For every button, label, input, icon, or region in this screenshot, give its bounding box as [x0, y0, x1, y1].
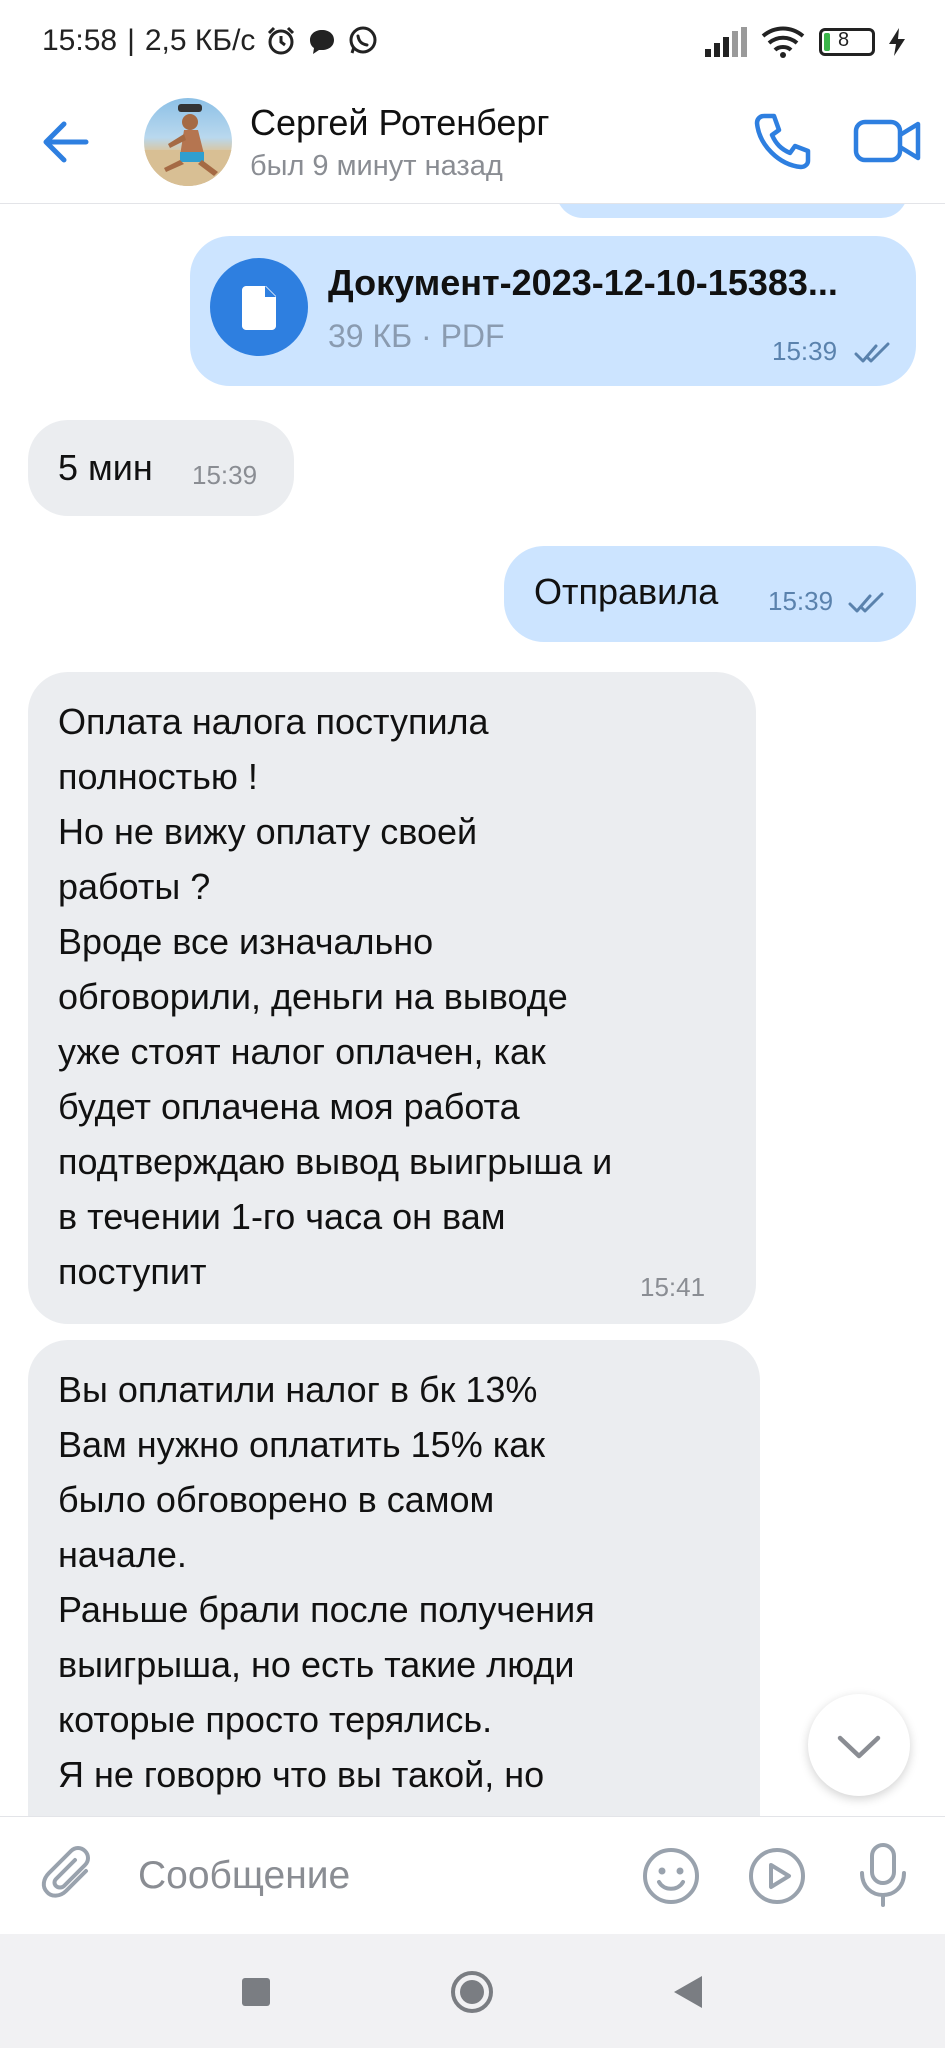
signal-icon: [705, 27, 747, 57]
file-icon-circle[interactable]: [210, 258, 308, 356]
chat-notification-icon: [310, 30, 335, 54]
message-time: 15:41: [640, 1272, 706, 1302]
contact-name[interactable]: Сергей Ротенберг: [250, 102, 550, 144]
previous-message-bubble[interactable]: [556, 204, 908, 218]
file-message[interactable]: Документ-2023-12-10-15383... 39 КБ · PDF…: [190, 236, 916, 386]
message-input[interactable]: [138, 1847, 608, 1905]
chat-header: Сергей Ротенберг был 9 минут назад: [0, 86, 945, 204]
back-triangle-icon[interactable]: [666, 1970, 710, 2014]
avatar-photo-icon: [144, 104, 232, 186]
message-line: начале.: [58, 1534, 187, 1575]
charging-icon: [889, 28, 905, 56]
phone-call-icon[interactable]: [750, 108, 816, 174]
status-separator: |: [127, 24, 135, 57]
message-line: поступит: [58, 1251, 207, 1292]
play-circle-icon[interactable]: [746, 1845, 808, 1907]
message-composer: [0, 1816, 945, 1934]
message-line: работы ?: [58, 866, 211, 907]
double-check-icon: [854, 342, 890, 363]
outgoing-message[interactable]: Отправила 15:39: [504, 546, 916, 642]
status-left: 15:58 | 2,5 КБ/с: [42, 24, 379, 58]
message-time: 15:39: [192, 460, 258, 490]
file-meta: 39 КБ · PDF: [328, 318, 505, 354]
message-line: которые просто терялись.: [58, 1699, 493, 1740]
back-arrow-icon[interactable]: [36, 112, 96, 172]
message-list[interactable]: Документ-2023-12-10-15383... 39 КБ · PDF…: [0, 204, 945, 1816]
message-line: выигрыша, но есть такие люди: [58, 1644, 575, 1685]
message-line: будет оплачена моя работа: [58, 1086, 520, 1127]
message-line: подтверждаю вывод выигрыша и: [58, 1141, 613, 1182]
document-icon: [242, 286, 276, 330]
status-right: 8: [705, 26, 905, 58]
paperclip-icon[interactable]: [40, 1845, 100, 1905]
message-line: уже стоят налог оплачен, как: [58, 1031, 546, 1072]
incoming-message[interactable]: 5 мин 15:39: [28, 420, 294, 516]
recent-apps-icon[interactable]: [234, 1970, 278, 2014]
status-time: 15:58: [42, 24, 118, 57]
message-time: 15:39: [772, 336, 838, 366]
message-line: Я не говорю что вы такой, но: [58, 1754, 545, 1795]
message-text: Вы оплатили налог в бк 13% Вам нужно опл…: [58, 1362, 595, 1802]
message-time: 15:39: [768, 586, 834, 616]
alarm-icon: [268, 26, 295, 55]
message-line: Вроде все изначально: [58, 921, 434, 962]
message-line: Вам нужно оплатить 15% как: [58, 1424, 546, 1465]
chevron-down-icon: [837, 1735, 881, 1759]
status-bar: 15:58 | 2,5 КБ/с 8: [0, 0, 945, 86]
video-call-icon[interactable]: [852, 108, 924, 174]
whatsapp-icon: [349, 26, 377, 54]
battery-level: 8: [838, 29, 850, 51]
message-line: Оплата налога поступила: [58, 701, 489, 742]
message-line: обговорили, деньги на выводе: [58, 976, 568, 1017]
smiley-icon[interactable]: [640, 1845, 702, 1907]
double-check-icon: [848, 592, 884, 613]
message-line: Но не вижу оплату своей: [58, 811, 478, 852]
message-line: Вы оплатили налог в бк 13%: [58, 1369, 538, 1410]
avatar[interactable]: [144, 98, 232, 186]
system-navigation-bar: [0, 1934, 945, 2048]
incoming-message[interactable]: Оплата налога поступила полностью ! Но н…: [28, 672, 756, 1324]
wifi-icon: [761, 26, 805, 58]
incoming-message[interactable]: Вы оплатили налог в бк 13% Вам нужно опл…: [28, 1340, 760, 1816]
message-line: Раньше брали после получения: [58, 1589, 595, 1630]
message-text: Оплата налога поступила полностью ! Но н…: [58, 694, 612, 1299]
file-name: Документ-2023-12-10-15383...: [328, 262, 838, 303]
microphone-icon[interactable]: [852, 1841, 914, 1909]
message-text: Отправила: [534, 571, 719, 612]
message-line: было обговорено в самом: [58, 1479, 495, 1520]
message-text: 5 мин: [58, 447, 153, 488]
battery-indicator: 8: [819, 28, 875, 56]
message-line: в течении 1-го часа он вам: [58, 1196, 506, 1237]
contact-last-seen: был 9 минут назад: [250, 150, 503, 182]
message-line: полностью !: [58, 756, 258, 797]
status-speed: 2,5 КБ/с: [144, 24, 256, 57]
home-icon[interactable]: [450, 1970, 494, 2014]
scroll-to-bottom-button[interactable]: [808, 1694, 910, 1796]
